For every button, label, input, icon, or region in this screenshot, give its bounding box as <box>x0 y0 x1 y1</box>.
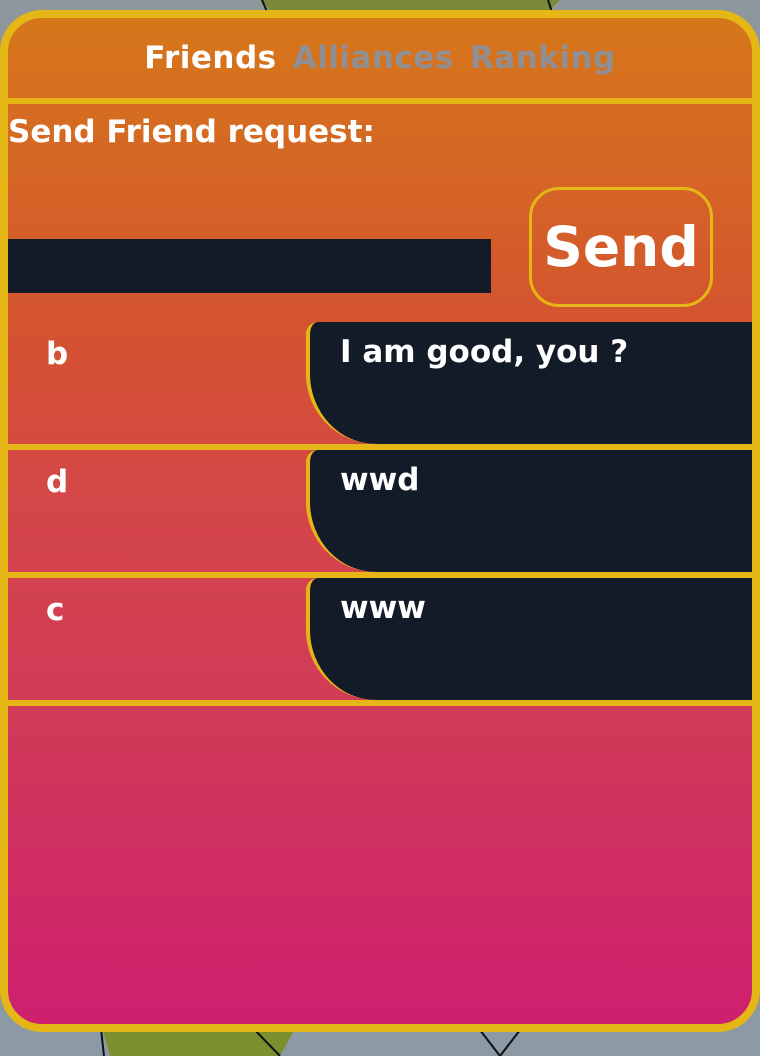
friend-last-message: I am good, you ? <box>306 322 752 444</box>
friend-row-b[interactable]: b I am good, you ? <box>8 322 752 444</box>
friend-request-input[interactable] <box>8 239 491 293</box>
friend-name: c <box>46 592 65 628</box>
tab-bar: Friends Alliances Ranking <box>8 18 752 98</box>
header-divider <box>8 98 752 104</box>
friend-last-message: wwd <box>306 450 752 572</box>
row-divider <box>8 700 752 706</box>
message-text: www <box>340 590 426 626</box>
tab-ranking[interactable]: Ranking <box>470 40 616 76</box>
friend-row-d[interactable]: d wwd <box>8 450 752 572</box>
friends-panel: Friends Alliances Ranking Send Friend re… <box>0 10 760 1032</box>
friend-last-message: www <box>306 578 752 700</box>
friend-request-label: Send Friend request: <box>8 114 375 150</box>
friend-name: d <box>46 464 69 500</box>
message-text: I am good, you ? <box>340 334 629 370</box>
friend-row-c[interactable]: c www <box>8 578 752 700</box>
send-request-button[interactable]: Send <box>529 187 713 307</box>
tab-alliances[interactable]: Alliances <box>293 40 454 76</box>
friend-name: b <box>46 336 69 372</box>
tab-friends[interactable]: Friends <box>144 40 276 76</box>
message-text: wwd <box>340 462 420 498</box>
